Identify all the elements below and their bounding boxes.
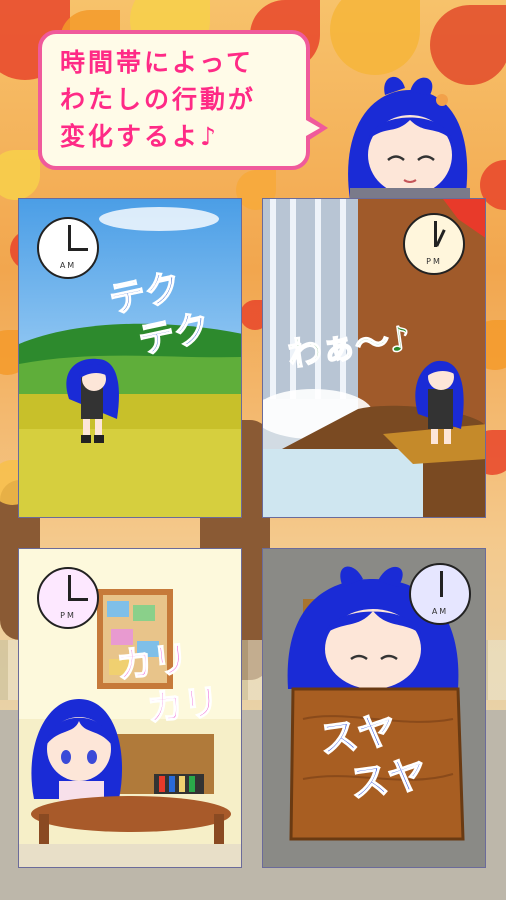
bubble-line-3: 変化するよ♪	[60, 122, 219, 151]
clock-period-label: PM	[426, 257, 442, 266]
sfx-text: カリ カリ	[114, 634, 222, 736]
clock-icon: AM	[409, 563, 471, 625]
clock-period-label: AM	[59, 261, 77, 270]
clock-icon: PM	[37, 567, 99, 629]
bubble-line-2: わたしの行動が	[60, 85, 257, 114]
sfx-text: テク テク	[105, 260, 215, 369]
clock-icon: PM	[403, 213, 465, 275]
panel-waterfall: PM わぁ〜♪	[262, 198, 486, 518]
mascot-character	[330, 70, 480, 200]
panel-walking: AM テク テク	[18, 198, 242, 518]
clock-period-label: AM	[431, 607, 449, 616]
clock-icon: AM	[37, 217, 99, 279]
bubble-line-1: 時間帯によって	[60, 48, 255, 77]
sfx-text: スヤ スヤ	[316, 703, 429, 812]
speech-bubble: 時間帯によって わたしの行動が 変化するよ♪	[38, 30, 328, 170]
panel-studying: PM カリ カリ	[18, 548, 242, 868]
clock-period-label: PM	[60, 611, 76, 620]
sfx-line-2: カリ	[145, 681, 222, 731]
panel-sleeping: AM スヤ スヤ	[262, 548, 486, 868]
